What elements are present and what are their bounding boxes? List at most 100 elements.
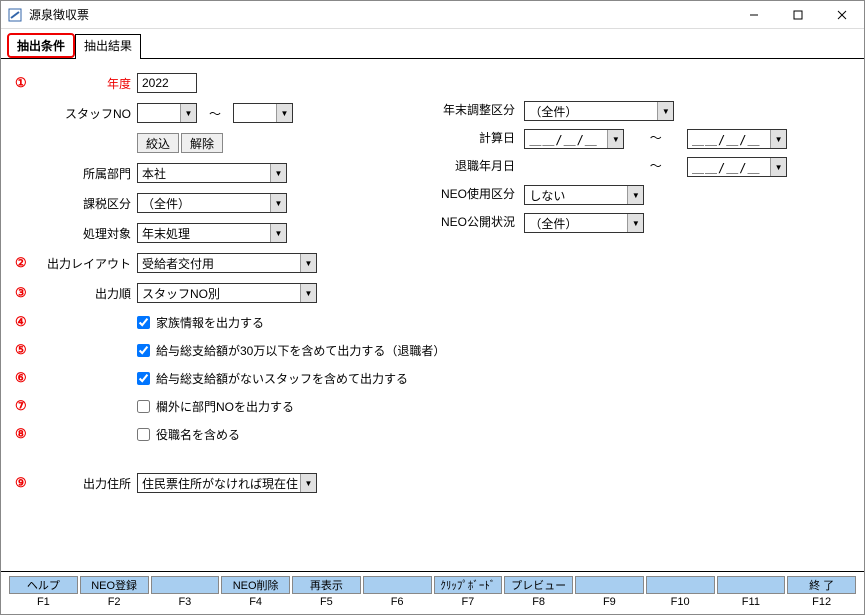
chevron-down-icon: ▼ [276, 104, 292, 122]
titlebar: 源泉徴収票 [1, 1, 864, 29]
window-controls [732, 1, 864, 29]
checkbox-label-4: 役職名を含める [156, 426, 240, 443]
layout-label: 出力レイアウト [37, 255, 137, 272]
function-key-bar: ヘルプNEO登録NEO削除再表示ｸﾘｯﾌﾟﾎﾞｰﾄﾞプレビュー終 了 F1F2F… [1, 571, 864, 614]
chevron-down-icon: ▼ [300, 474, 316, 492]
process-target-dropdown[interactable]: 年末処理 ▼ [137, 223, 287, 243]
fn-button-f12[interactable]: 終 了 [787, 576, 856, 594]
calc-date-to-dropdown[interactable]: ＿＿/＿/＿ ▼ [687, 129, 787, 149]
app-window: 源泉徴収票 抽出条件 抽出結果 ① 年度 スタッフNO [0, 0, 865, 615]
checkbox-group: ④ 家族情報を出力する ⑤ 給与総支給額が30万以下を含めて出力する（退職者） ⑥ 給与総… [15, 311, 850, 445]
fn-button-f11[interactable] [717, 576, 786, 594]
fn-label-f1: F1 [9, 596, 78, 608]
process-target-label: 処理対象 [37, 225, 137, 242]
checkbox-row-3: ⑦ 欄外に部門NOを出力する [15, 395, 850, 417]
fn-button-f2[interactable]: NEO登録 [80, 576, 149, 594]
checkbox-label-3: 欄外に部門NOを出力する [156, 398, 294, 415]
form-content: ① 年度 スタッフNO ▼ ～ ▼ 年末調整区分 （全件） ▼ [1, 59, 864, 571]
staff-no-label: スタッフNO [37, 105, 137, 122]
checkbox-row-4: ⑧ 役職名を含める [15, 423, 850, 445]
fn-label-f9: F9 [575, 596, 644, 608]
staff-no-to-dropdown[interactable]: ▼ [233, 103, 293, 123]
layout-dropdown[interactable]: 受給者交付用 ▼ [137, 253, 317, 273]
marker-3: ③ [15, 285, 37, 301]
order-dropdown[interactable]: スタッフNO別 ▼ [137, 283, 317, 303]
marker-7: ⑦ [15, 398, 37, 414]
neo-pub-dropdown[interactable]: （全件） ▼ [524, 213, 644, 233]
minimize-button[interactable] [732, 1, 776, 29]
checkbox-label-1: 給与総支給額が30万以下を含めて出力する（退職者） [156, 342, 445, 359]
marker-6: ⑥ [15, 370, 37, 386]
chevron-down-icon: ▼ [300, 284, 316, 302]
fn-button-f9[interactable] [575, 576, 644, 594]
marker-5: ⑤ [15, 342, 37, 358]
fn-label-f7: F7 [434, 596, 503, 608]
chevron-down-icon: ▼ [270, 194, 286, 212]
chevron-down-icon: ▼ [627, 214, 643, 232]
checkbox-2[interactable] [137, 372, 150, 385]
checkbox-row-1: ⑤ 給与総支給額が30万以下を含めて出力する（退職者） [15, 339, 850, 361]
fn-label-f6: F6 [363, 596, 432, 608]
chevron-down-icon: ▼ [770, 158, 786, 176]
checkbox-0[interactable] [137, 316, 150, 329]
address-dropdown[interactable]: 住民票住所がなければ現在住 ▼ [137, 473, 317, 493]
fn-label-f11: F11 [717, 596, 786, 608]
chevron-down-icon: ▼ [627, 186, 643, 204]
fn-button-f7[interactable]: ｸﾘｯﾌﾟﾎﾞｰﾄﾞ [434, 576, 503, 594]
checkbox-3[interactable] [137, 400, 150, 413]
checkbox-row-2: ⑥ 給与総支給額がないスタッフを含めて出力する [15, 367, 850, 389]
tab-bar: 抽出条件 抽出結果 [1, 29, 864, 59]
range-tilde: ～ [209, 105, 221, 122]
checkbox-row-0: ④ 家族情報を出力する [15, 311, 850, 333]
tab-extract-conditions[interactable]: 抽出条件 [7, 33, 75, 58]
fn-button-f5[interactable]: 再表示 [292, 576, 361, 594]
fn-button-f6[interactable] [363, 576, 432, 594]
marker-8: ⑧ [15, 426, 37, 442]
dept-dropdown[interactable]: 本社 ▼ [137, 163, 287, 183]
marker-9: ⑨ [15, 475, 37, 491]
adjust-class-dropdown[interactable]: （全件） ▼ [524, 101, 674, 121]
clear-button[interactable]: 解除 [181, 133, 223, 153]
filter-button[interactable]: 絞込 [137, 133, 179, 153]
leave-date-label: 退職年月日 [431, 157, 521, 174]
chevron-down-icon: ▼ [270, 224, 286, 242]
window-title: 源泉徴収票 [29, 6, 732, 23]
marker-1: ① [15, 75, 37, 91]
checkbox-label-2: 給与総支給額がないスタッフを含めて出力する [156, 370, 408, 387]
year-label: 年度 [37, 75, 137, 92]
neo-use-dropdown[interactable]: しない ▼ [524, 185, 644, 205]
neo-pub-label: NEO公開状況 [431, 213, 521, 230]
fn-button-f3[interactable] [151, 576, 220, 594]
chevron-down-icon: ▼ [300, 254, 316, 272]
close-button[interactable] [820, 1, 864, 29]
marker-2: ② [15, 255, 37, 271]
fn-button-f4[interactable]: NEO削除 [221, 576, 290, 594]
fn-button-f8[interactable]: プレビュー [504, 576, 573, 594]
fn-label-f4: F4 [221, 596, 290, 608]
fn-label-f2: F2 [80, 596, 149, 608]
fn-label-f8: F8 [504, 596, 573, 608]
neo-use-label: NEO使用区分 [431, 185, 521, 202]
maximize-button[interactable] [776, 1, 820, 29]
calc-date-from-dropdown[interactable]: ＿＿/＿/＿ ▼ [524, 129, 624, 149]
fn-label-f10: F10 [646, 596, 715, 608]
calc-date-label: 計算日 [431, 129, 521, 146]
app-icon [7, 7, 23, 23]
checkbox-4[interactable] [137, 428, 150, 441]
chevron-down-icon: ▼ [770, 130, 786, 148]
checkbox-1[interactable] [137, 344, 150, 357]
tab-extract-results[interactable]: 抽出結果 [75, 34, 141, 59]
staff-no-from-dropdown[interactable]: ▼ [137, 103, 197, 123]
checkbox-label-0: 家族情報を出力する [156, 314, 264, 331]
address-label: 出力住所 [37, 475, 137, 492]
marker-4: ④ [15, 314, 37, 330]
order-label: 出力順 [37, 285, 137, 302]
fn-label-f12: F12 [787, 596, 856, 608]
year-input[interactable] [137, 73, 197, 93]
leave-date-to-dropdown[interactable]: ＿＿/＿/＿ ▼ [687, 157, 787, 177]
fn-button-f1[interactable]: ヘルプ [9, 576, 78, 594]
fn-button-f10[interactable] [646, 576, 715, 594]
fn-label-f3: F3 [151, 596, 220, 608]
tax-class-dropdown[interactable]: （全件） ▼ [137, 193, 287, 213]
chevron-down-icon: ▼ [607, 130, 623, 148]
